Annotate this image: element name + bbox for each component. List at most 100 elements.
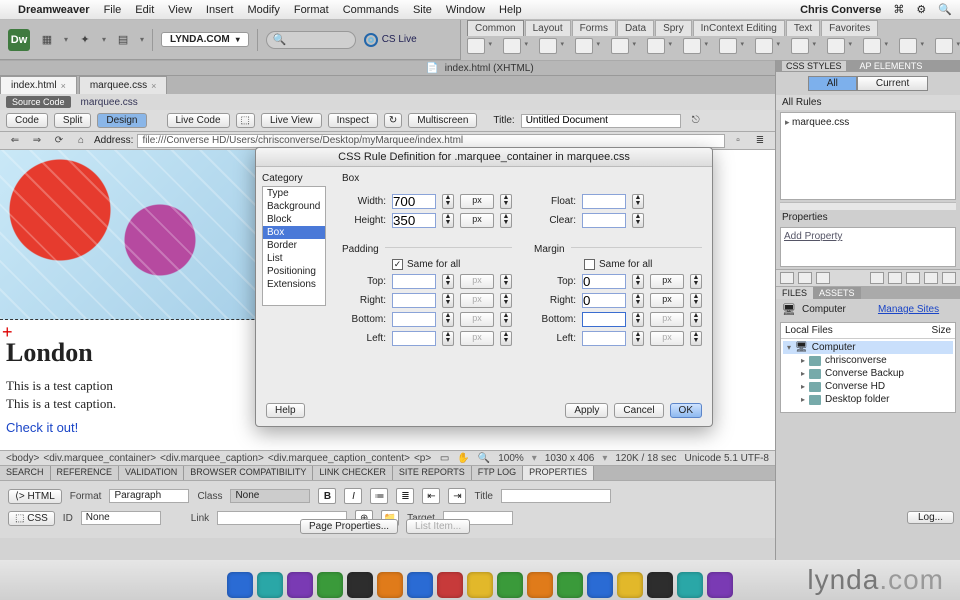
tab-assets[interactable]: ASSETS xyxy=(813,287,861,299)
view-design[interactable]: Design xyxy=(97,113,146,128)
site-icon[interactable]: ▤ xyxy=(114,31,132,49)
workspace-switcher[interactable]: LYNDA.COM▾ xyxy=(161,32,249,47)
app-menu[interactable]: Dreamweaver xyxy=(18,4,90,16)
link-icon[interactable] xyxy=(870,272,884,284)
menu-insert[interactable]: Insert xyxy=(206,4,234,16)
zoom-tool-icon[interactable]: 🔍 xyxy=(478,453,490,464)
stepper[interactable] xyxy=(500,274,512,289)
browse-icon[interactable]: ▫ xyxy=(729,132,747,150)
unit-select[interactable]: px xyxy=(460,274,494,289)
tab-ap-elements[interactable]: AP ELEMENTS xyxy=(856,61,927,71)
dock-app-icon[interactable] xyxy=(437,572,463,598)
insert-btn[interactable] xyxy=(575,38,593,54)
trash-icon[interactable] xyxy=(942,272,956,284)
menu-commands[interactable]: Commands xyxy=(343,4,399,16)
menu-help[interactable]: Help xyxy=(499,4,522,16)
pad-top-input[interactable] xyxy=(392,274,436,289)
mar-left-input[interactable] xyxy=(582,331,626,346)
dock-app-icon[interactable] xyxy=(347,572,373,598)
clear-input[interactable] xyxy=(582,213,626,228)
height-stepper[interactable] xyxy=(442,213,454,228)
dock-app-icon[interactable] xyxy=(527,572,553,598)
hand-tool-icon[interactable]: ✋ xyxy=(457,453,469,464)
live-view-button[interactable]: Live View xyxy=(261,113,322,128)
stepper[interactable] xyxy=(690,312,702,327)
multiscreen-button[interactable]: Multiscreen xyxy=(408,113,477,128)
ok-button[interactable]: OK xyxy=(670,403,702,418)
menu-window[interactable]: Window xyxy=(446,4,485,16)
unit-select[interactable]: px xyxy=(650,312,684,327)
insert-btn[interactable] xyxy=(683,38,701,54)
tree-node[interactable]: ▸Converse HD xyxy=(783,380,953,393)
menu-edit[interactable]: Edit xyxy=(135,4,154,16)
scrollbar[interactable] xyxy=(780,202,956,210)
tab-browser-compat[interactable]: BROWSER COMPATIBILITY xyxy=(184,466,313,480)
props-html-tab[interactable]: ⟨> HTML xyxy=(8,489,62,504)
insert-tab-common[interactable]: Common xyxy=(467,20,524,36)
cancel-button[interactable]: Cancel xyxy=(614,403,663,418)
props-css-tab[interactable]: ⬚ CSS xyxy=(8,511,55,526)
ol-button[interactable]: ≣ xyxy=(396,488,414,504)
tag-crumb[interactable]: <body> xyxy=(6,453,39,464)
cat-extensions[interactable]: Extensions xyxy=(263,278,325,291)
seg-current[interactable]: Current xyxy=(857,76,928,91)
tab-properties[interactable]: PROPERTIES xyxy=(523,466,594,480)
select-tool-icon[interactable]: ▭ xyxy=(440,453,449,464)
dock-app-icon[interactable] xyxy=(317,572,343,598)
tab-ftp-log[interactable]: FTP LOG xyxy=(472,466,523,480)
seg-all[interactable]: All xyxy=(808,76,857,91)
cat-block[interactable]: Block xyxy=(263,213,325,226)
cat-list[interactable]: List xyxy=(263,252,325,265)
zoom-level[interactable]: 100% xyxy=(498,453,524,464)
stepper[interactable] xyxy=(632,274,644,289)
insert-tab-spry[interactable]: Spry xyxy=(655,20,692,36)
cat-border[interactable]: Border xyxy=(263,239,325,252)
extend-icon[interactable]: ✦ xyxy=(76,31,94,49)
window-size[interactable]: 1030 x 406 xyxy=(545,453,595,464)
dock-app-icon[interactable] xyxy=(557,572,583,598)
site-select[interactable]: Computer xyxy=(802,304,872,315)
close-icon[interactable]: × xyxy=(61,81,66,91)
wifi-icon[interactable]: ⚙ xyxy=(916,3,926,16)
unit-select[interactable]: px xyxy=(650,331,684,346)
insert-btn[interactable] xyxy=(467,38,485,54)
log-button[interactable]: Log... xyxy=(907,511,954,524)
address-field[interactable]: file:///Converse HD/Users/chrisconverse/… xyxy=(137,134,725,148)
menu-site[interactable]: Site xyxy=(413,4,432,16)
padding-same-checkbox[interactable]: ✓ xyxy=(392,259,403,270)
title-input[interactable] xyxy=(521,114,681,128)
stylesheet-item[interactable]: marquee.css xyxy=(792,117,849,128)
stepper[interactable] xyxy=(690,274,702,289)
tab-reference[interactable]: REFERENCE xyxy=(51,466,120,480)
stepper[interactable] xyxy=(632,331,644,346)
related-file[interactable]: marquee.css xyxy=(81,97,138,108)
insert-btn[interactable] xyxy=(755,38,773,54)
insert-btn[interactable] xyxy=(503,38,521,54)
height-input[interactable] xyxy=(392,213,436,228)
dock-app-icon[interactable] xyxy=(497,572,523,598)
mar-right-input[interactable] xyxy=(582,293,626,308)
tab-files[interactable]: FILES xyxy=(776,287,813,299)
dock-app-icon[interactable] xyxy=(227,572,253,598)
insert-tab-forms[interactable]: Forms xyxy=(572,20,616,36)
insert-tab-data[interactable]: Data xyxy=(617,20,654,36)
spotlight-icon[interactable]: 🔍 xyxy=(938,3,952,16)
format-select[interactable]: Paragraph xyxy=(109,489,189,503)
view-split[interactable]: Split xyxy=(54,113,91,128)
tag-crumb[interactable]: <p> xyxy=(414,453,431,464)
layout-icon[interactable]: ▦ xyxy=(38,31,56,49)
options-icon[interactable]: ≣ xyxy=(751,132,769,150)
tag-crumb[interactable]: <div.marquee_caption> xyxy=(160,453,264,464)
cat-background[interactable]: Background xyxy=(263,200,325,213)
cat-positioning[interactable]: Positioning xyxy=(263,265,325,278)
check-icon[interactable]: ⎋ xyxy=(687,112,705,130)
tree-node[interactable]: ▸chrisconverse xyxy=(783,354,953,367)
live-code-button[interactable]: Live Code xyxy=(167,113,230,128)
insert-btn[interactable] xyxy=(647,38,665,54)
tab-site-reports[interactable]: SITE REPORTS xyxy=(393,466,472,480)
ul-button[interactable]: ≔ xyxy=(370,488,388,504)
dock-app-icon[interactable] xyxy=(407,572,433,598)
insert-btn[interactable] xyxy=(611,38,629,54)
insert-btn[interactable] xyxy=(899,38,917,54)
insert-btn[interactable] xyxy=(935,38,953,54)
